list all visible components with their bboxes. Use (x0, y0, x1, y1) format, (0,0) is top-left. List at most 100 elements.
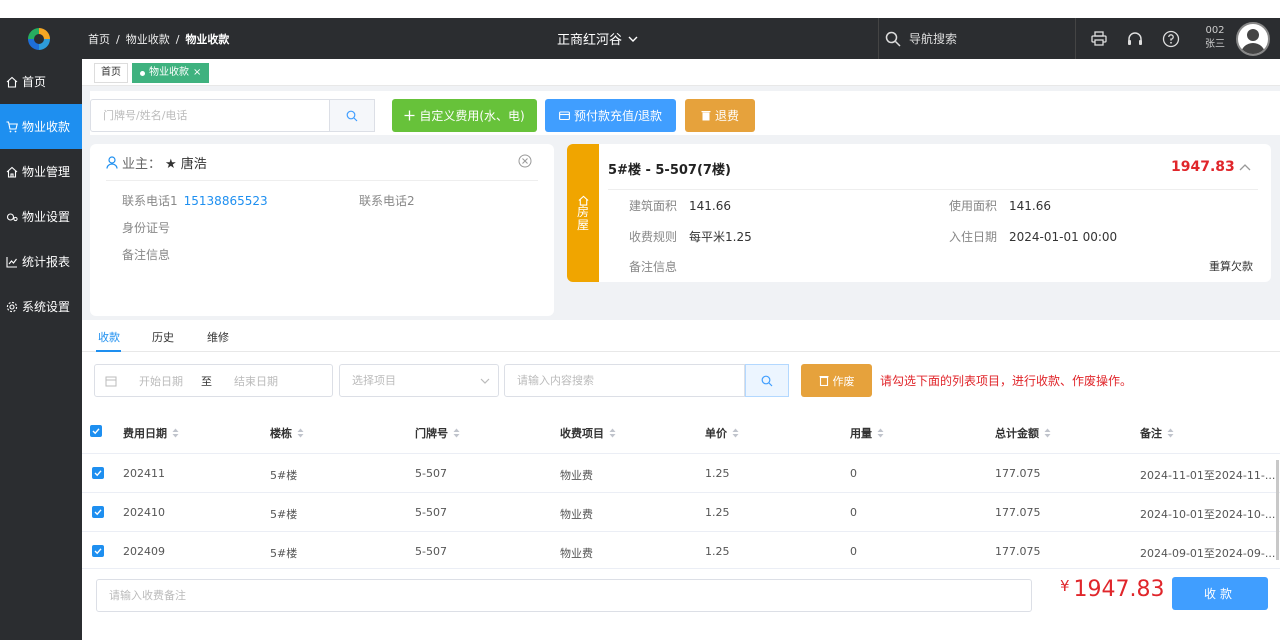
cell-building: 5#楼 (270, 469, 298, 482)
column-header-date[interactable]: 费用日期 (123, 425, 179, 441)
house-note: 备注信息 (629, 258, 677, 275)
column-header-door[interactable]: 门牌号 (415, 425, 460, 441)
sort-icon (609, 428, 616, 438)
sidebar-item-reports[interactable]: 统计报表 (0, 239, 82, 284)
item-select[interactable]: 选择项目 (339, 364, 499, 397)
breadcrumb-home[interactable]: 首页 (88, 33, 110, 46)
house-icon (6, 166, 18, 178)
nav-search[interactable]: 导航搜索 (878, 18, 1076, 59)
table-row[interactable]: 202410 5#楼 5-507 物业费 1.25 0 177.075 2024… (82, 493, 1280, 532)
sidebar-item-label: 物业收款 (22, 120, 71, 134)
prepay-button[interactable]: 预付款充值/退款 (545, 99, 676, 132)
table-scrollbar[interactable] (1276, 460, 1279, 560)
table-row[interactable]: 202411 5#楼 5-507 物业费 1.25 0 177.075 2024… (82, 454, 1280, 493)
app-logo-icon[interactable] (26, 26, 52, 52)
sidebar-item-label: 统计报表 (22, 255, 71, 269)
checkin-date: 入住日期 2024-01-01 00:00 (949, 228, 1117, 245)
checkin-label: 入住日期 (949, 230, 998, 244)
sidebar: 首页 物业收款 物业管理 物业设置 统计报表 系统设置 (0, 59, 82, 640)
help-icon[interactable] (1162, 30, 1180, 48)
checkin-value: 2024-01-01 00:00 (1009, 230, 1118, 244)
tab-home[interactable]: 首页 (94, 63, 128, 83)
close-icon[interactable]: × (193, 63, 201, 83)
project-selector[interactable]: 正商红河谷 (557, 29, 638, 48)
tab-payment[interactable]: 收款 (98, 329, 120, 345)
tab-payment[interactable]: 物业收款 × (132, 63, 210, 83)
column-header-item[interactable]: 收费项目 (560, 425, 616, 441)
sidebar-item-label: 首页 (22, 75, 47, 89)
home-icon (6, 76, 18, 88)
refund-button[interactable]: 退费 (685, 99, 755, 132)
row-checkbox[interactable] (92, 506, 104, 518)
cell-price: 1.25 (705, 545, 730, 558)
owner-phone2: 联系电话2 (359, 192, 415, 209)
cell-total: 177.075 (995, 545, 1041, 558)
search-icon (885, 31, 901, 47)
cell-item: 物业费 (560, 547, 593, 560)
sidebar-item-home[interactable]: 首页 (0, 59, 82, 104)
date-range-picker[interactable]: 开始日期 至 结束日期 (94, 364, 333, 397)
sidebar-item-payment[interactable]: 物业收款 (0, 104, 82, 149)
house-tag-char: 房 (576, 204, 589, 219)
sidebar-item-label: 物业管理 (22, 165, 71, 179)
sub-tabs: 收款 历史 维修 (82, 320, 1280, 352)
breadcrumb-parent[interactable]: 物业收款 (126, 33, 170, 46)
tab-history[interactable]: 历史 (152, 329, 174, 345)
printer-icon[interactable] (1090, 30, 1108, 48)
select-all-checkbox[interactable] (90, 425, 102, 437)
gear-icon (6, 301, 18, 312)
column-header-usage[interactable]: 用量 (850, 425, 884, 441)
cell-date: 202411 (123, 467, 165, 480)
pay-button[interactable]: 收款 (1172, 577, 1268, 610)
row-checkbox[interactable] (92, 545, 104, 557)
sort-icon (297, 428, 304, 438)
search-input[interactable]: 门牌号/姓名/电话 (90, 99, 330, 132)
breadcrumb-current: 物业收款 (185, 33, 230, 46)
close-icon[interactable] (518, 154, 532, 168)
total-amount: ¥1947.83 (1060, 577, 1165, 602)
start-date-input[interactable]: 开始日期 (139, 373, 183, 389)
search-icon (761, 375, 773, 386)
headset-icon[interactable] (1126, 30, 1144, 48)
calendar-icon (105, 376, 117, 386)
user-info[interactable]: 002 张三 (1198, 24, 1232, 52)
void-label: 作废 (832, 374, 855, 388)
sidebar-item-property-management[interactable]: 物业管理 (0, 149, 82, 194)
cart-icon (6, 120, 18, 132)
chart-icon (6, 256, 17, 268)
fee-rule-label: 收费规则 (629, 230, 678, 244)
sidebar-item-label: 系统设置 (22, 300, 71, 314)
sort-icon (732, 428, 739, 438)
divider (608, 189, 1258, 190)
custom-fee-button[interactable]: 自定义费用(水、电) (392, 99, 537, 132)
content-search-input[interactable]: 请输入内容搜索 (504, 364, 745, 397)
column-header-remark[interactable]: 备注 (1140, 425, 1174, 441)
column-header-total[interactable]: 总计金额 (995, 425, 1051, 441)
toolbar-icons (1090, 18, 1180, 59)
column-header-building[interactable]: 楼栋 (270, 425, 304, 441)
void-button[interactable]: 作废 (801, 364, 872, 397)
cell-usage: 0 (850, 467, 857, 480)
phone1-value[interactable]: 15138865523 (184, 194, 268, 208)
sidebar-item-property-settings[interactable]: 物业设置 (0, 194, 82, 239)
column-label: 楼栋 (270, 427, 292, 440)
sidebar-item-system-settings[interactable]: 系统设置 (0, 284, 82, 329)
chevron-up-icon[interactable] (1239, 160, 1251, 174)
search-button[interactable] (330, 99, 375, 132)
end-date-input[interactable]: 结束日期 (234, 373, 278, 389)
phone2-label: 联系电话2 (359, 194, 415, 208)
owner-name: ★ 唐浩 (165, 157, 207, 172)
payment-note-input[interactable]: 请输入收费备注 (96, 579, 1032, 612)
tab-repair[interactable]: 维修 (207, 329, 229, 345)
table-row[interactable]: 202409 5#楼 5-507 物业费 1.25 0 177.075 2024… (82, 532, 1280, 568)
column-header-price[interactable]: 单价 (705, 425, 739, 441)
house-icon (578, 195, 588, 206)
page-tabs: 首页 物业收款 × (82, 59, 1280, 86)
wallet-icon (559, 111, 570, 121)
content-search-button[interactable] (745, 364, 789, 397)
row-checkbox[interactable] (92, 467, 104, 479)
user-code: 002 (1205, 25, 1225, 36)
payment-panel: 收款 历史 维修 开始日期 至 结束日期 选择项目 请输入内容搜索 作废 请勾选… (82, 320, 1280, 640)
avatar[interactable] (1236, 22, 1270, 56)
recalc-debt-link[interactable]: 重算欠款 (1209, 258, 1253, 274)
